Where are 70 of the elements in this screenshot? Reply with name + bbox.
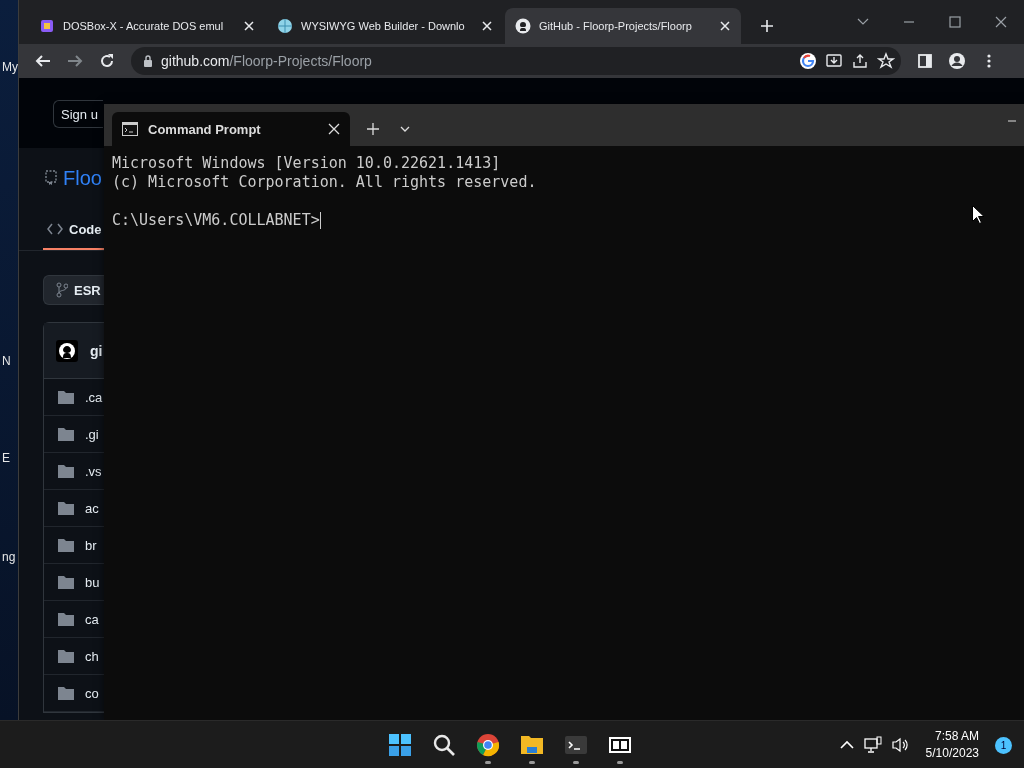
avatar-icon: [56, 339, 78, 362]
clock-time: 7:58 AM: [934, 728, 979, 745]
volume-icon[interactable]: [891, 737, 910, 753]
terminal-icon: [564, 733, 588, 757]
share-icon[interactable]: [851, 52, 869, 70]
browser-tab[interactable]: DOSBox-X - Accurate DOS emul: [29, 8, 265, 44]
folder-icon: [58, 427, 74, 441]
star-icon[interactable]: [877, 52, 895, 70]
console-output-line: Microsoft Windows [Version 10.0.22621.1413]: [112, 154, 502, 173]
folder-name-link[interactable]: .gi: [85, 426, 99, 442]
folder-icon: [520, 733, 544, 757]
google-icon[interactable]: [799, 52, 817, 70]
folder-icon: [58, 575, 74, 589]
folder-icon: [58, 538, 74, 552]
reload-icon[interactable]: [98, 52, 116, 70]
start-icon: [388, 733, 412, 757]
terminal-tab[interactable]: Command Prompt: [112, 112, 350, 146]
folder-name-link[interactable]: br: [85, 537, 97, 553]
chevron-up-icon[interactable]: [839, 740, 854, 750]
url-text: github.com/Floorp-Projects/Floorp: [161, 53, 373, 69]
dosbox-icon: [39, 18, 55, 34]
code-icon: [47, 222, 63, 236]
branch-button[interactable]: ESR: [43, 275, 105, 305]
branch-icon: [56, 282, 68, 298]
search-icon: [432, 733, 456, 757]
address-bar[interactable]: github.com/Floorp-Projects/Floorp: [131, 47, 901, 75]
clock-date: 5/10/2023: [925, 745, 979, 762]
browser-tab[interactable]: GitHub - Floorp-Projects/Floorp: [505, 8, 741, 44]
folder-icon: [58, 464, 74, 478]
folder-name-link[interactable]: ac: [85, 500, 99, 516]
maximize-icon[interactable]: [947, 14, 963, 30]
text-cursor: [319, 212, 321, 229]
folder-name-link[interactable]: ca: [85, 611, 99, 627]
desktop-icon-label[interactable]: My: [2, 60, 18, 74]
plus-icon[interactable]: [367, 123, 379, 135]
plus-icon[interactable]: [760, 19, 774, 33]
command-prompt-text: C:\Users\VM6.COLLABNET>: [112, 211, 320, 230]
globe-icon: [277, 18, 293, 34]
commit-author[interactable]: gi: [90, 342, 103, 359]
desktop-icon-label[interactable]: N: [2, 354, 11, 368]
folder-name-link[interactable]: bu: [85, 574, 100, 590]
folder-icon: [58, 390, 74, 404]
notification-badge[interactable]: 1: [995, 736, 1012, 754]
side-panel-icon[interactable]: [916, 52, 934, 70]
folder-icon: [58, 686, 74, 700]
close-icon[interactable]: [328, 123, 340, 135]
repo-name-link[interactable]: Floo: [63, 166, 102, 190]
repo-icon: [45, 170, 57, 186]
browser-tab[interactable]: WYSIWYG Web Builder - Downlo: [267, 8, 503, 44]
folder-name-link[interactable]: ch: [85, 648, 99, 664]
desktop-icon-label[interactable]: ng: [2, 550, 16, 564]
network-icon[interactable]: [863, 736, 882, 754]
folder-icon: [58, 501, 74, 515]
folder-name-link[interactable]: .ca: [85, 389, 103, 405]
folder-name-link[interactable]: co: [85, 685, 99, 701]
close-icon[interactable]: [993, 14, 1009, 30]
caret-icon[interactable]: [400, 126, 410, 132]
mouse-pointer-icon: [972, 205, 984, 224]
install-icon[interactable]: [825, 52, 843, 70]
folder-name-link[interactable]: .vs: [85, 463, 102, 479]
console-icon: [122, 122, 138, 136]
console-output-line: (c) Microsoft Corporation. All rights reserved.: [112, 173, 538, 192]
chrome-icon: [476, 733, 500, 757]
folder-icon: [58, 612, 74, 626]
clock[interactable]: 7:58 AM 5/10/2023: [925, 728, 979, 762]
sign-up-button[interactable]: Sign u: [53, 100, 103, 128]
lock-icon: [143, 54, 153, 68]
desktop-icon-label[interactable]: E: [2, 451, 10, 465]
profile-icon[interactable]: [948, 52, 966, 70]
folder-icon: [58, 649, 74, 663]
